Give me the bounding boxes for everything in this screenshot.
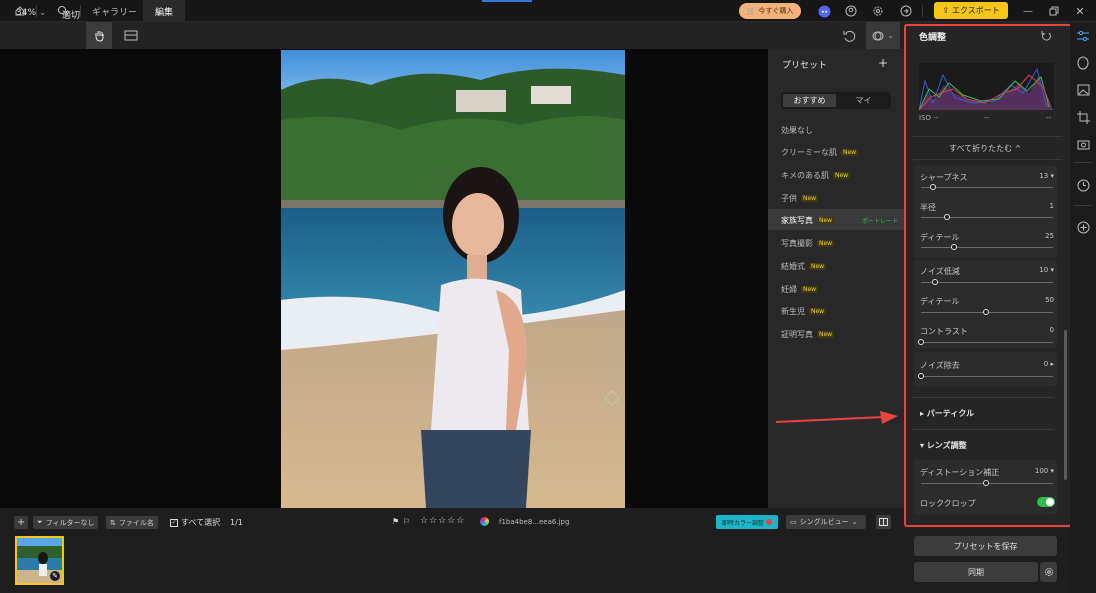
select-all-checkbox[interactable]: ✓ すべて選択 [170,517,220,528]
progress-indicator [482,0,532,2]
monitor-icon: ▭ [790,518,797,526]
discord-icon[interactable] [816,3,832,19]
add-preset-button[interactable]: + [878,56,888,70]
settings-gear-icon[interactable] [870,3,886,19]
filter-button[interactable]: ⏷ フィルターなし [33,516,99,529]
sync-settings-icon[interactable] [1040,562,1057,582]
new-badge: New [801,286,819,293]
watermark-icon [604,390,620,406]
buy-now-button[interactable]: 🛒 今すぐ購入 [739,3,801,19]
new-badge: New [817,240,835,247]
preset-item[interactable]: キメのある肌 New [781,170,851,181]
new-badge: New [809,308,827,315]
export-button[interactable]: ⇪ エクスポート [934,2,1008,19]
reject-flag-icon[interactable]: ⚐ [403,517,410,526]
chevron-down-icon: ⌄ [38,8,47,18]
preset-item[interactable]: 写真撮影 New [781,238,835,249]
realtime-color-button[interactable]: 即時カラー調整 [716,515,778,529]
new-badge: New [833,172,851,179]
cart-icon: 🛒 [746,7,756,15]
highlight-frame [904,24,1072,527]
adjust-sliders-icon[interactable] [1076,29,1090,43]
tab-mine[interactable]: マイ [838,94,889,107]
preset-item[interactable]: 効果なし [781,125,813,136]
color-label-icon[interactable] [480,517,489,526]
history-clock-icon[interactable] [1076,178,1090,192]
annotation-arrow [776,411,898,424]
save-preset-button[interactable]: プリセットを保存 [914,536,1057,556]
account-icon[interactable] [843,3,859,19]
view-mode-dropdown[interactable]: ▭ シングルビュー ⌄ [786,515,866,529]
title-bar: ギャラリー 編集 🛒 今すぐ購入 ⇪ エクスポート — ✕ [0,0,1096,22]
fit-button[interactable]: 適切 [62,8,80,21]
tool-strip [1070,22,1096,593]
preset-item[interactable]: 結婚式 New [781,261,827,272]
file-name: f1ba4be8...eea6.jpg [499,518,570,526]
photo-preview [281,50,625,508]
overlap-circles-icon [872,31,884,40]
face-retouch-icon[interactable] [1076,56,1090,70]
minimize-icon[interactable]: — [1020,3,1036,19]
tab-recommended[interactable]: おすすめ [783,94,836,107]
sort-button[interactable]: ⇅ ファイル名 [106,516,158,529]
preset-item-selected[interactable]: 家族写真 New [781,215,835,226]
export-icon: ⇪ [942,6,949,15]
new-badge: New [817,331,835,338]
photo-count: 1/1 [230,518,243,527]
checkbox-icon: ✓ [170,518,178,527]
maximize-icon[interactable] [1046,3,1062,19]
preset-panel [768,49,904,508]
undo-icon[interactable] [842,29,856,43]
chevron-down-icon: ⌄ [887,31,894,40]
edited-pencil-icon: ✎ [50,571,60,581]
filter-icon: ⏷ [37,518,43,526]
split-view-icon[interactable] [876,515,891,529]
divider [922,5,923,17]
import-icon[interactable] [898,3,914,19]
zoom-dropdown[interactable]: 34% ⌄ [16,8,46,18]
preset-title: プリセット [782,61,828,71]
divider [1074,205,1092,206]
new-badge: New [841,149,859,156]
hand-tool-icon[interactable] [86,22,112,49]
add-photo-button[interactable]: + [14,516,28,529]
flag-icon[interactable]: ⚑ [392,517,399,526]
new-badge: New [817,217,835,224]
sort-icon: ⇅ [110,518,116,527]
preset-tag: ポートレート [862,218,899,225]
preset-item[interactable]: クリーミーな肌 New [781,147,859,158]
preset-item[interactable]: 新生児 New [781,306,827,317]
star-rating[interactable]: ☆☆☆☆☆ [420,516,465,526]
add-plugin-icon[interactable] [1076,220,1090,234]
effect-toggle-button[interactable]: ⌄ [866,22,900,49]
compare-icon[interactable] [124,30,138,41]
new-badge: New [809,263,827,270]
new-badge: New [801,195,819,202]
tab-gallery[interactable]: ギャラリー [80,0,149,22]
image-icon[interactable] [1076,83,1090,97]
divider [1074,162,1092,163]
tab-edit[interactable]: 編集 [143,0,186,22]
sync-button[interactable]: 同期 [914,562,1038,582]
preset-item[interactable]: 証明写真 New [781,329,835,340]
close-icon[interactable]: ✕ [1072,3,1088,19]
status-dot-icon [766,519,772,525]
camera-icon[interactable] [1076,137,1090,151]
preset-item[interactable]: 妊婦 New [781,284,819,295]
preset-item[interactable]: 子供 New [781,193,819,204]
crop-icon[interactable] [1076,110,1090,124]
chevron-down-icon: ⌄ [851,518,858,526]
